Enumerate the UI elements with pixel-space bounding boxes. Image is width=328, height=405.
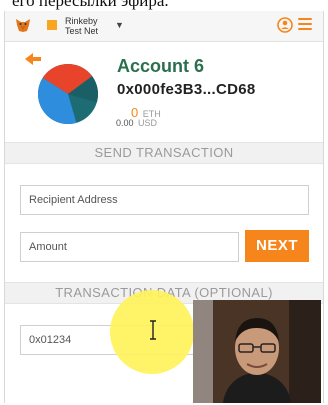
identicon [38, 64, 98, 124]
usd-balance-value: 0.00 [116, 118, 134, 128]
metamask-fox-icon[interactable] [15, 17, 31, 33]
caption-text: его пересылки эфира. [12, 0, 169, 10]
account-switch-icon[interactable] [277, 16, 293, 34]
webcam-overlay [193, 300, 321, 403]
usd-balance-unit: USD [138, 118, 158, 128]
chevron-down-icon[interactable]: ▼ [115, 20, 124, 30]
presenter-image [193, 300, 321, 403]
usd-balance: 0.00 USD [116, 118, 157, 128]
recipient-address-field[interactable]: Recipient Address [20, 185, 309, 215]
amount-field[interactable]: Amount [20, 232, 239, 262]
menu-icon[interactable] [298, 18, 312, 32]
network-name-line1: Rinkeby [65, 16, 98, 26]
video-caption: его пересылки эфира. [0, 0, 328, 11]
network-name-line2: Test Net [65, 26, 99, 36]
account-address[interactable]: 0x000fe3B3...CD68 [117, 81, 256, 98]
app-bar: Rinkeby Test Net ▼ [5, 11, 323, 42]
text-cursor-icon [150, 320, 156, 340]
next-button[interactable]: NEXT [245, 230, 309, 262]
network-status-icon [47, 20, 57, 30]
account-name: Account 6 [117, 56, 205, 76]
network-selector[interactable]: Rinkeby Test Net [65, 16, 98, 36]
send-transaction-header: SEND TRANSACTION [5, 142, 323, 164]
